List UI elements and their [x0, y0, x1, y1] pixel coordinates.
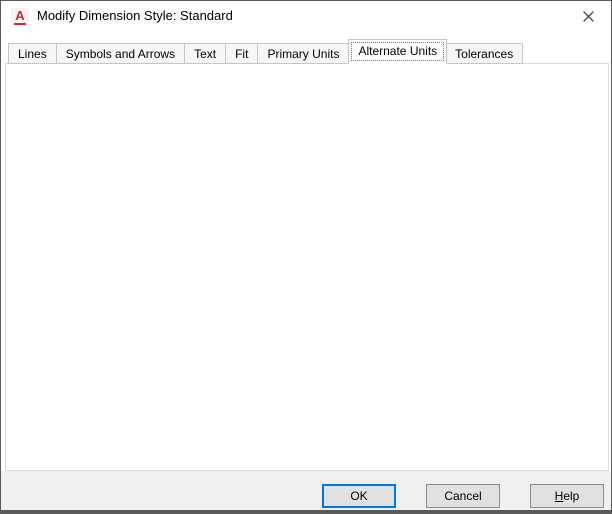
cancel-button[interactable]: Cancel: [426, 484, 500, 508]
tab-lines[interactable]: Lines: [8, 43, 57, 64]
tab-symbols-and-arrows[interactable]: Symbols and Arrows: [57, 43, 185, 64]
tab-alternate-units[interactable]: Alternate Units: [348, 39, 447, 64]
alternate-units-page: [5, 63, 609, 471]
dialog-footer: OK Cancel Help: [1, 471, 612, 511]
ok-button[interactable]: OK: [322, 484, 396, 508]
autocad-icon: A: [11, 8, 29, 25]
tab-strip: Lines Symbols and Arrows Text Fit Primar…: [8, 39, 523, 64]
tab-fit[interactable]: Fit: [226, 43, 258, 64]
dialog-title: Modify Dimension Style: Standard: [37, 8, 233, 23]
modify-dimension-style-dialog: A Modify Dimension Style: Standard Lines…: [0, 0, 612, 514]
close-button[interactable]: [565, 1, 611, 31]
tab-text[interactable]: Text: [185, 43, 226, 64]
title-bar: A Modify Dimension Style: Standard: [1, 1, 611, 31]
tab-tolerances[interactable]: Tolerances: [446, 43, 523, 64]
help-button[interactable]: Help: [530, 484, 604, 508]
close-icon: [583, 11, 594, 22]
tab-primary-units[interactable]: Primary Units: [258, 43, 349, 64]
